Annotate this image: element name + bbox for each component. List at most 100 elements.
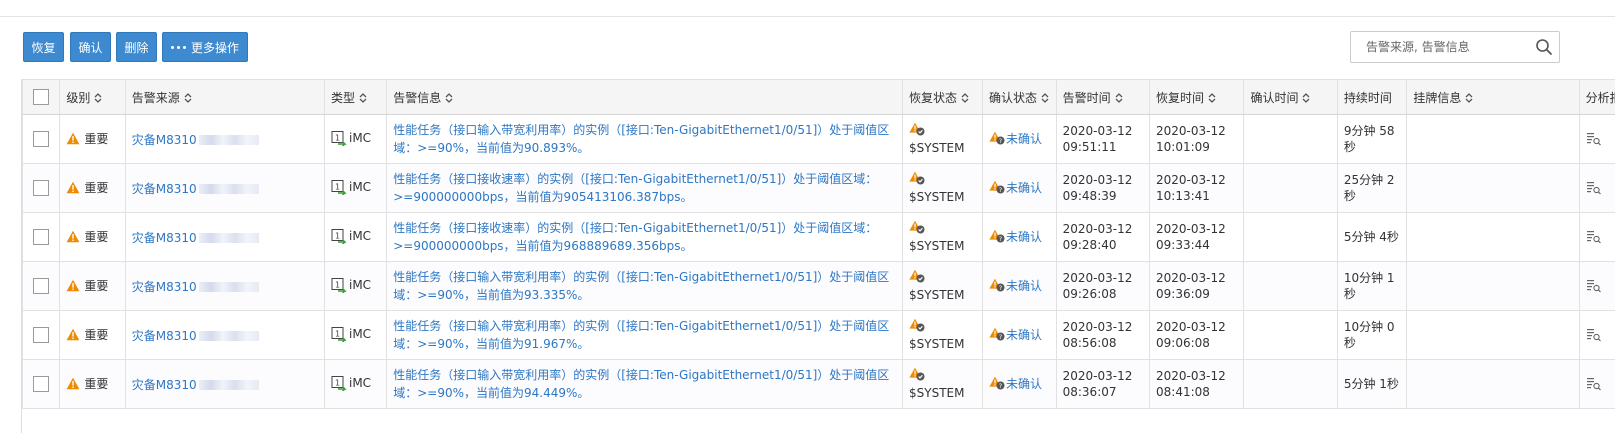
- row-checkbox[interactable]: [33, 180, 49, 196]
- table-row[interactable]: 重要灾备M83101iMC性能任务（接口输入带宽利用率）的实例（[接口:Ten-…: [23, 262, 1615, 311]
- table-row[interactable]: 重要灾备M83101iMC性能任务（接口输入带宽利用率）的实例（[接口:Ten-…: [23, 360, 1615, 409]
- header-confirm-time[interactable]: 确认时间: [1244, 80, 1337, 115]
- more-actions-button[interactable]: 更多操作: [162, 32, 248, 62]
- alarm-message-link[interactable]: 性能任务（接口输入带宽利用率）的实例（[接口:Ten-GigabitEthern…: [393, 317, 896, 353]
- svg-text:?: ?: [999, 137, 1002, 145]
- recover-clock: 09:06:08: [1156, 336, 1210, 350]
- analysis-detail-icon[interactable]: [1586, 278, 1602, 294]
- source-link[interactable]: 灾备M8310: [132, 329, 197, 343]
- row-checkbox[interactable]: [33, 131, 49, 147]
- table-row[interactable]: 重要灾备M83101iMC性能任务（接口输入带宽利用率）的实例（[接口:Ten-…: [23, 311, 1615, 360]
- level-label: 重要: [84, 375, 108, 392]
- recover-clock: 09:33:44: [1156, 238, 1210, 252]
- type-cell: 1iMC: [324, 213, 386, 262]
- row-checkbox[interactable]: [33, 229, 49, 245]
- row-checkbox[interactable]: [33, 376, 49, 392]
- level-cell: 重要: [60, 360, 125, 409]
- select-all-checkbox[interactable]: [33, 89, 49, 105]
- redacted-source-suffix: [199, 233, 259, 243]
- recover-clock: 09:36:09: [1156, 287, 1210, 301]
- confirm-status-link[interactable]: 未确认: [1006, 179, 1042, 196]
- table-row[interactable]: 重要灾备M83101iMC性能任务（接口输入带宽利用率）的实例（[接口:Ten-…: [23, 115, 1615, 164]
- recovered-warning-icon: [909, 122, 925, 136]
- table-row[interactable]: 重要灾备M83101iMC性能任务（接口接收速率）的实例（[接口:Ten-Gig…: [23, 164, 1615, 213]
- tag-info-cell: [1407, 262, 1579, 311]
- sort-icon: [1041, 93, 1049, 103]
- alarm-message-link[interactable]: 性能任务（接口输入带宽利用率）的实例（[接口:Ten-GigabitEthern…: [393, 121, 896, 157]
- recover-status-cell: $SYSTEM: [903, 213, 983, 262]
- recover-status-label: $SYSTEM: [909, 386, 964, 400]
- duration-value: 9分钟 58秒: [1344, 123, 1401, 155]
- duration-value: 5分钟 1秒: [1344, 376, 1401, 392]
- source-link[interactable]: 灾备M8310: [132, 378, 197, 392]
- source-link[interactable]: 灾备M8310: [132, 280, 197, 294]
- type-label: iMC: [349, 229, 371, 243]
- search-icon[interactable]: [1535, 38, 1553, 56]
- recovered-warning-icon: [909, 367, 925, 381]
- source-link[interactable]: 灾备M8310: [132, 182, 197, 196]
- table-row[interactable]: 重要灾备M83101iMC性能任务（接口接收速率）的实例（[接口:Ten-Gig…: [23, 213, 1615, 262]
- sort-icon: [94, 93, 102, 103]
- header-type[interactable]: 类型: [324, 80, 386, 115]
- confirm-status-link[interactable]: 未确认: [1006, 375, 1042, 392]
- header-recover-time[interactable]: 恢复时间: [1150, 80, 1244, 115]
- recover-time-cell: 2020-03-1210:13:41: [1150, 164, 1244, 213]
- alarm-time-cell: 2020-03-1209:48:39: [1056, 164, 1149, 213]
- imc-type-icon: 1: [331, 375, 347, 391]
- header-recover-status[interactable]: 恢复状态: [903, 80, 983, 115]
- duration-cell: 10分钟 1秒: [1337, 262, 1407, 311]
- header-tag-info[interactable]: 挂牌信息: [1407, 80, 1579, 115]
- unconfirmed-icon: ?: [989, 327, 1005, 341]
- svg-text:?: ?: [999, 382, 1002, 390]
- header-message[interactable]: 告警信息: [387, 80, 903, 115]
- analysis-detail-icon[interactable]: [1586, 131, 1602, 147]
- analysis-detail-icon[interactable]: [1586, 180, 1602, 196]
- alarm-date: 2020-03-12: [1063, 271, 1133, 285]
- imc-type-icon: 1: [331, 179, 347, 195]
- alarm-date: 2020-03-12: [1063, 320, 1133, 334]
- alarm-message-link[interactable]: 性能任务（接口接收速率）的实例（[接口:Ten-GigabitEthernet1…: [393, 170, 896, 206]
- header-alarm-time[interactable]: 告警时间: [1056, 80, 1149, 115]
- source-link[interactable]: 灾备M8310: [132, 231, 197, 245]
- recover-status-cell: $SYSTEM: [903, 164, 983, 213]
- row-checkbox[interactable]: [33, 278, 49, 294]
- alarm-message-link[interactable]: 性能任务（接口输入带宽利用率）的实例（[接口:Ten-GigabitEthern…: [393, 366, 896, 402]
- recover-date: 2020-03-12: [1156, 222, 1226, 236]
- header-source[interactable]: 告警来源: [125, 80, 324, 115]
- analysis-cell: [1579, 213, 1615, 262]
- confirm-status-link[interactable]: 未确认: [1006, 277, 1042, 294]
- redacted-source-suffix: [199, 380, 259, 390]
- analysis-detail-icon[interactable]: [1586, 376, 1602, 392]
- confirm-button[interactable]: 确认: [70, 32, 111, 62]
- recover-button[interactable]: 恢复: [23, 32, 64, 62]
- row-checkbox[interactable]: [33, 327, 49, 343]
- imc-type-icon: 1: [331, 130, 347, 146]
- alarm-date: 2020-03-12: [1063, 369, 1133, 383]
- duration-value: 25分钟 2秒: [1344, 172, 1401, 204]
- alarm-time-cell: 2020-03-1209:26:08: [1056, 262, 1149, 311]
- confirm-time-cell: [1244, 311, 1337, 360]
- header-confirm-status[interactable]: 确认状态: [982, 80, 1056, 115]
- level-cell: 重要: [60, 311, 125, 360]
- sort-icon: [359, 93, 367, 103]
- header-level[interactable]: 级别: [60, 80, 125, 115]
- analysis-detail-icon[interactable]: [1586, 229, 1602, 245]
- confirm-status-link[interactable]: 未确认: [1006, 228, 1042, 245]
- duration-cell: 9分钟 58秒: [1337, 115, 1407, 164]
- recover-status-label: $SYSTEM: [909, 239, 964, 253]
- type-cell: 1iMC: [324, 262, 386, 311]
- alarm-time-cell: 2020-03-1209:51:11: [1056, 115, 1149, 164]
- message-cell: 性能任务（接口接收速率）的实例（[接口:Ten-GigabitEthernet1…: [387, 164, 903, 213]
- source-link[interactable]: 灾备M8310: [132, 133, 197, 147]
- alarm-message-link[interactable]: 性能任务（接口接收速率）的实例（[接口:Ten-GigabitEthernet1…: [393, 219, 896, 255]
- confirm-time-cell: [1244, 360, 1337, 409]
- delete-button[interactable]: 删除: [116, 32, 157, 62]
- confirm-status-cell: ? 未确认: [982, 360, 1056, 409]
- search-input[interactable]: [1351, 32, 1531, 62]
- confirm-status-link[interactable]: 未确认: [1006, 130, 1042, 147]
- redacted-source-suffix: [199, 184, 259, 194]
- analysis-detail-icon[interactable]: [1586, 327, 1602, 343]
- confirm-status-cell: ? 未确认: [982, 115, 1056, 164]
- alarm-message-link[interactable]: 性能任务（接口输入带宽利用率）的实例（[接口:Ten-GigabitEthern…: [393, 268, 896, 304]
- confirm-status-link[interactable]: 未确认: [1006, 326, 1042, 343]
